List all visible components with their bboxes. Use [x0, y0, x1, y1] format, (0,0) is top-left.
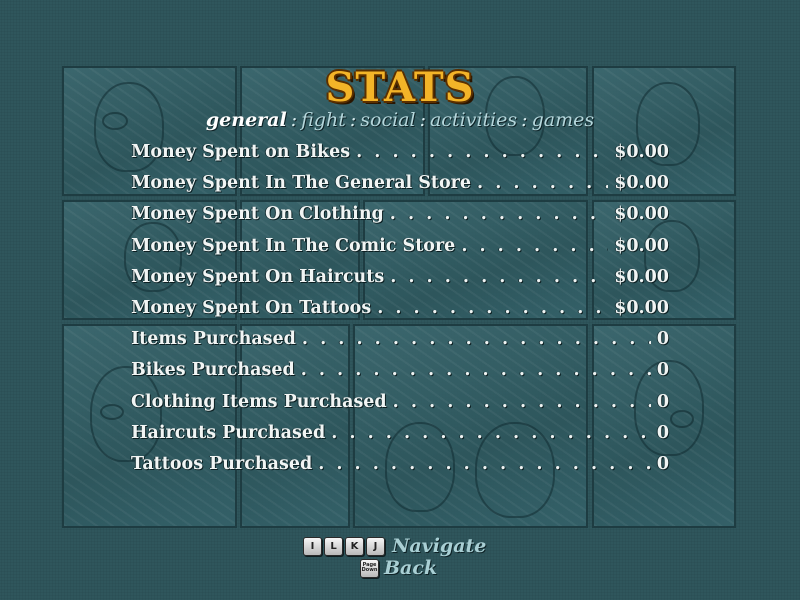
tab-activities[interactable]: activities [430, 109, 517, 131]
dot-leader [301, 360, 651, 380]
stat-label: Money Spent On Clothing [131, 204, 384, 225]
dot-leader [318, 454, 651, 474]
tab-separator: : [290, 109, 298, 131]
stat-value: 0 [656, 422, 669, 443]
stat-row-money-haircuts: Money Spent On Haircuts $0.00 [131, 267, 669, 298]
stat-label: Bikes Purchased [131, 360, 295, 381]
navigate-label: Navigate [392, 535, 487, 557]
tab-fight[interactable]: fight [301, 109, 346, 131]
stat-label: Money Spent On Tattoos [131, 297, 372, 318]
stat-row-clothing-purchased: Clothing Items Purchased 0 [131, 392, 669, 423]
stats-list: Money Spent on Bikes $0.00 Money Spent In… [131, 142, 669, 485]
dot-leader [356, 142, 608, 162]
stat-value: $0.00 [614, 142, 669, 162]
stat-row-haircuts-purchased: Haircuts Purchased 0 [131, 423, 669, 454]
key-l-icon: L [324, 536, 343, 556]
tab-social[interactable]: social [360, 109, 415, 131]
stat-label: Money Spent on Bikes [131, 142, 351, 162]
back-label[interactable]: Back [384, 557, 437, 579]
tab-separator: : [349, 109, 357, 131]
back-hint[interactable]: Page Down Back [360, 557, 486, 579]
tab-separator: : [521, 109, 528, 131]
stat-label: Clothing Items Purchased [131, 391, 387, 412]
stat-label: Money Spent In The General Store [131, 173, 472, 194]
stat-label: Items Purchased [131, 329, 296, 350]
stat-row-tattoos-purchased: Tattoos Purchased 0 [131, 454, 669, 485]
tab-separator: : [419, 109, 426, 131]
page-title: STATS [325, 64, 475, 111]
stat-value: $0.00 [614, 204, 669, 225]
stat-row-money-general-store: Money Spent In The General Store $0.00 [131, 173, 669, 204]
stat-value: $0.00 [614, 297, 669, 318]
stat-value: 0 [656, 391, 669, 412]
tab-games[interactable]: games [532, 109, 595, 131]
key-i-icon: I [303, 536, 322, 556]
stat-label: Haircuts Purchased [131, 422, 326, 443]
dot-leader [302, 329, 651, 349]
dot-leader [461, 236, 608, 256]
stat-value: $0.00 [614, 266, 669, 287]
stat-row-money-comic-store: Money Spent In The Comic Store $0.00 [131, 236, 669, 267]
control-hints: I L K J Navigate Page Down Back [303, 535, 486, 579]
key-k-icon: K [345, 536, 364, 556]
stat-row-money-tattoos: Money Spent On Tattoos $0.00 [131, 298, 669, 329]
comic-glasses-drawing [670, 410, 694, 428]
stat-value: 0 [656, 360, 669, 381]
tab-general[interactable]: general [206, 109, 287, 131]
dot-leader [477, 173, 608, 193]
stat-value: $0.00 [614, 235, 669, 256]
stat-row-items-purchased: Items Purchased 0 [131, 329, 669, 360]
comic-glasses-drawing [100, 404, 124, 420]
stat-label: Tattoos Purchased [131, 453, 313, 474]
key-j-icon: J [366, 536, 385, 556]
stat-value: 0 [656, 453, 669, 474]
stat-row-money-bikes: Money Spent on Bikes $0.00 [131, 142, 669, 173]
navigate-hint: I L K J Navigate [303, 535, 486, 557]
dot-leader [390, 204, 608, 224]
dot-leader [390, 267, 608, 287]
dot-leader [377, 298, 608, 318]
dot-leader [393, 392, 651, 412]
stat-label: Money Spent On Haircuts [131, 266, 385, 287]
stat-label: Money Spent In The Comic Store [131, 235, 456, 256]
stat-row-bikes-purchased: Bikes Purchased 0 [131, 360, 669, 391]
stat-row-money-clothing: Money Spent On Clothing $0.00 [131, 204, 669, 235]
key-page-down-icon: Page Down [360, 558, 379, 578]
stats-category-tabs: general: fight: social: activities: games [0, 109, 800, 131]
stat-value: 0 [656, 329, 669, 350]
dot-leader [331, 423, 651, 443]
stat-value: $0.00 [614, 173, 669, 194]
